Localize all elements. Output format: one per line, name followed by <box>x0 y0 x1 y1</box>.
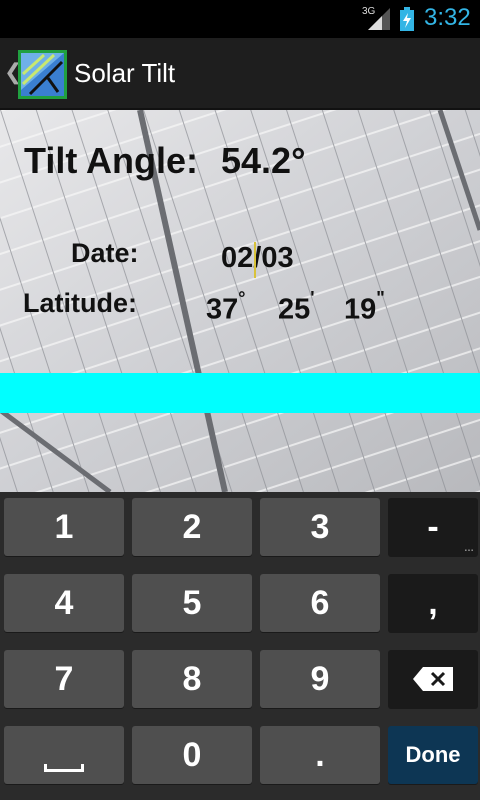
date-input[interactable]: 02/03 <box>221 242 294 275</box>
clock: 3:32 <box>424 4 471 31</box>
action-bar: ❮ Solar Tilt <box>0 38 480 110</box>
numeric-keyboard: 1 2 3 - … 4 5 6 , 7 8 9 0 . Done <box>0 492 480 800</box>
backspace-icon <box>413 667 453 691</box>
key-5[interactable]: 5 <box>132 574 252 632</box>
key-7[interactable]: 7 <box>4 650 124 708</box>
minute-mark: ' <box>310 288 315 308</box>
tilt-angle-value: 54.2° <box>221 140 306 181</box>
key-9[interactable]: 9 <box>260 650 380 708</box>
key-6[interactable]: 6 <box>260 574 380 632</box>
latitude-minutes-field[interactable]: 25' <box>278 288 315 327</box>
battery-charging-icon <box>400 7 414 31</box>
solar-panel-icon[interactable] <box>18 50 67 99</box>
status-bar: 3G 3:32 <box>0 0 480 38</box>
key-comma[interactable]: , <box>388 574 478 632</box>
more-options-icon: … <box>464 543 474 554</box>
latitude-degrees: 37 <box>206 293 239 326</box>
space-icon <box>44 764 84 772</box>
tilt-angle-label: Tilt Angle: <box>24 140 198 181</box>
latitude-seconds-field[interactable]: 19" <box>344 288 385 327</box>
text-cursor <box>254 242 256 278</box>
key-minus-label: - <box>427 507 439 546</box>
key-3[interactable]: 3 <box>260 498 380 556</box>
latitude-minutes: 25 <box>278 293 311 326</box>
key-1[interactable]: 1 <box>4 498 124 556</box>
second-mark: " <box>376 288 385 308</box>
key-minus[interactable]: - … <box>388 498 478 556</box>
delete-key[interactable] <box>388 650 478 708</box>
signal-icon <box>368 8 390 30</box>
latitude-seconds: 19 <box>344 293 377 326</box>
latitude-degrees-field[interactable]: 37° <box>206 288 245 327</box>
key-2[interactable]: 2 <box>132 498 252 556</box>
cyan-band <box>0 373 480 413</box>
app-title: Solar Tilt <box>74 58 176 88</box>
key-4[interactable]: 4 <box>4 574 124 632</box>
main-content: Tilt Angle: 54.2° Date: 02/03 Latitude: … <box>0 110 480 492</box>
key-8[interactable]: 8 <box>132 650 252 708</box>
date-label: Date: <box>71 238 139 268</box>
key-0[interactable]: 0 <box>132 726 252 784</box>
degree-mark: ° <box>238 288 246 308</box>
latitude-label: Latitude: <box>23 288 137 318</box>
space-key[interactable] <box>4 726 124 784</box>
done-button[interactable]: Done <box>388 726 478 784</box>
key-period[interactable]: . <box>260 726 380 784</box>
